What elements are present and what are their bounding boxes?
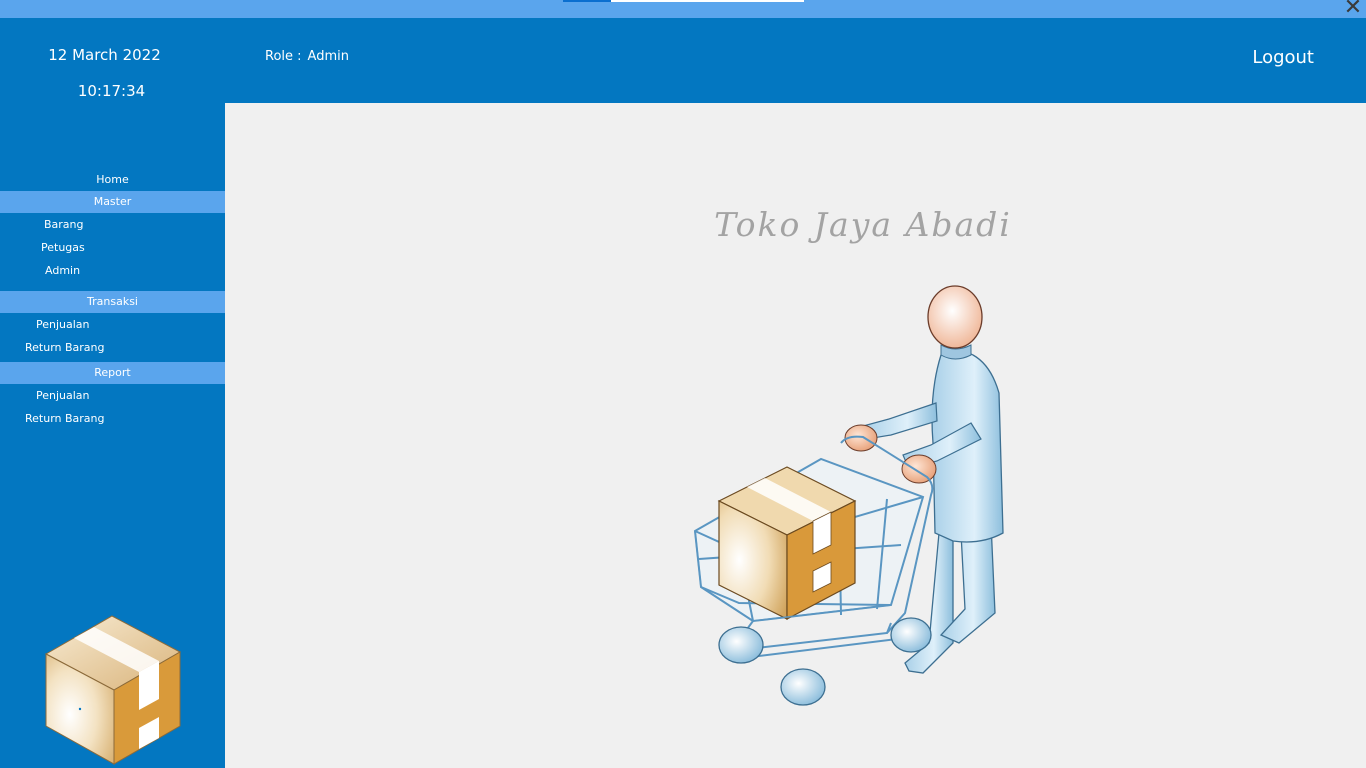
sidebar-item-petugas[interactable]: Petugas [0, 237, 225, 259]
box-logo-icon [44, 615, 182, 765]
sidebar-item-report-penjualan[interactable]: Penjualan [0, 385, 225, 407]
sidebar-item-label: Penjualan [36, 389, 90, 402]
sidebar: 12 March 2022 10:17:34 Home Master Baran… [0, 18, 225, 768]
current-date: 12 March 2022 [48, 46, 161, 64]
close-icon[interactable]: ✕ [1342, 0, 1364, 19]
store-title: Toko Jaya Abadi [714, 205, 1012, 244]
sidebar-item-label: Penjualan [36, 318, 90, 331]
role-label: Role : [265, 49, 302, 64]
main-content: Toko Jaya Abadi [225, 103, 1366, 768]
sidebar-item-transaksi-penjualan[interactable]: Penjualan [0, 314, 225, 336]
titlebar-accent [563, 0, 611, 2]
sidebar-item-label: Return Barang [25, 341, 105, 354]
window-titlebar: ✕ [0, 0, 1366, 19]
sidebar-item-report-return-barang[interactable]: Return Barang [0, 408, 225, 430]
sidebar-item-label: Barang [44, 218, 84, 231]
sidebar-section-transaksi[interactable]: Transaksi [0, 291, 225, 313]
sidebar-item-transaksi-return-barang[interactable]: Return Barang [0, 337, 225, 359]
sidebar-section-master[interactable]: Master [0, 191, 225, 213]
role-value: Admin [307, 49, 349, 64]
current-time: 10:17:34 [77, 82, 146, 100]
role-indicator: Role : Admin [265, 49, 349, 64]
sidebar-section-report[interactable]: Report [0, 362, 225, 384]
sidebar-item-home[interactable]: Home [0, 169, 225, 191]
sidebar-item-label: Return Barang [25, 412, 105, 425]
header-bar: Role : Admin Logout [225, 18, 1366, 103]
shopping-cart-person-icon [693, 285, 1004, 706]
titlebar-highlight [611, 0, 804, 2]
sidebar-item-label: Admin [45, 264, 81, 277]
sidebar-item-barang[interactable]: Barang [0, 214, 225, 236]
sidebar-item-admin[interactable]: Admin [0, 260, 225, 282]
sidebar-item-label: Petugas [41, 241, 85, 254]
logout-button[interactable]: Logout [1252, 47, 1314, 68]
